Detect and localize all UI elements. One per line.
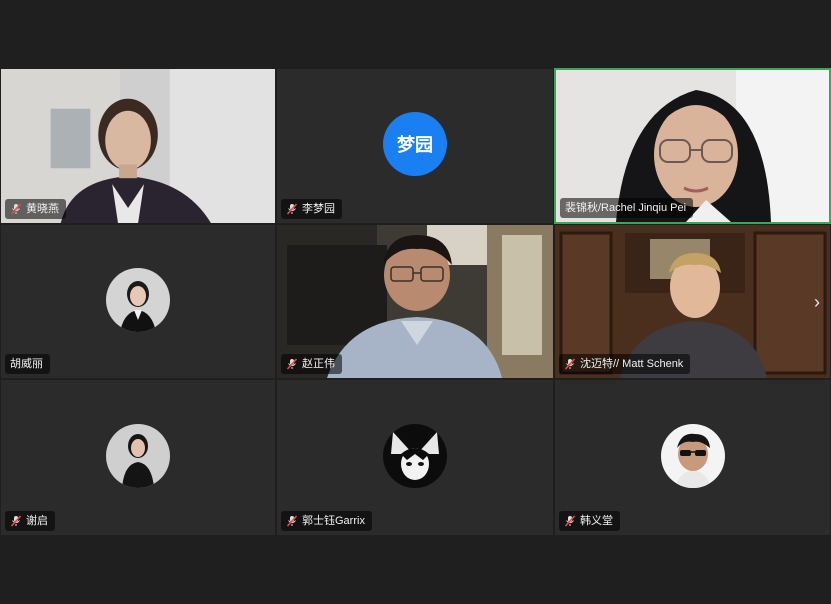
participant-name-tag: 赵正伟 bbox=[281, 354, 342, 374]
participant-name-tag: 郭士钰Garrix bbox=[281, 511, 372, 531]
mic-muted-icon bbox=[10, 515, 22, 527]
avatar bbox=[383, 423, 447, 488]
participant-tile-2[interactable]: 梦园 李梦园 bbox=[276, 68, 554, 224]
avatar bbox=[106, 423, 170, 488]
avatar bbox=[660, 423, 725, 488]
participant-name-tag: 胡威丽 bbox=[5, 354, 50, 374]
video-grid: 黄晓燕 梦园 李梦园 裴锦秋/Rachel Jinqiu Pei 胡威丽 赵正伟… bbox=[0, 68, 831, 536]
participant-name: 郭士钰Garrix bbox=[302, 515, 365, 527]
mic-muted-icon bbox=[286, 515, 298, 527]
mic-muted-icon bbox=[286, 203, 298, 215]
participant-tile-8[interactable]: 郭士钰Garrix bbox=[276, 379, 554, 536]
chevron-right-icon[interactable]: › bbox=[810, 292, 824, 312]
mic-muted-icon bbox=[10, 203, 22, 215]
participant-name: 李梦园 bbox=[302, 203, 335, 215]
participant-name: 谢启 bbox=[26, 515, 48, 527]
participant-tile-5[interactable]: 赵正伟 bbox=[276, 224, 554, 379]
participant-tile-7[interactable]: 谢启 bbox=[0, 379, 276, 536]
participant-tile-9[interactable]: 韩义堂 bbox=[554, 379, 831, 536]
participant-name-tag: 裴锦秋/Rachel Jinqiu Pei bbox=[560, 198, 694, 218]
participant-name: 胡威丽 bbox=[10, 358, 43, 370]
participant-name-tag: 沈迈特// Matt Schenk bbox=[559, 354, 691, 374]
participant-tile-1[interactable]: 黄晓燕 bbox=[0, 68, 276, 224]
participant-name-tag: 谢启 bbox=[5, 511, 55, 531]
participant-name: 韩义堂 bbox=[580, 515, 613, 527]
participant-name-tag: 韩义堂 bbox=[559, 511, 620, 531]
avatar-initials: 梦园 bbox=[397, 135, 433, 155]
mic-muted-icon bbox=[564, 515, 576, 527]
mic-muted-icon bbox=[564, 358, 576, 370]
participant-tile-4[interactable]: 胡威丽 bbox=[0, 224, 276, 379]
participant-name: 黄晓燕 bbox=[26, 203, 59, 215]
participant-name: 沈迈特// Matt Schenk bbox=[580, 358, 684, 370]
participant-name: 裴锦秋/Rachel Jinqiu Pei bbox=[565, 202, 687, 214]
participant-name-tag: 李梦园 bbox=[281, 199, 342, 219]
participant-name-tag: 黄晓燕 bbox=[5, 199, 66, 219]
avatar bbox=[106, 267, 170, 332]
participant-tile-6[interactable]: 沈迈特// Matt Schenk › bbox=[554, 224, 831, 379]
avatar: 梦园 bbox=[383, 112, 447, 176]
mic-muted-icon bbox=[286, 358, 298, 370]
participant-tile-3[interactable]: 裴锦秋/Rachel Jinqiu Pei bbox=[554, 68, 831, 224]
participant-name: 赵正伟 bbox=[302, 358, 335, 370]
